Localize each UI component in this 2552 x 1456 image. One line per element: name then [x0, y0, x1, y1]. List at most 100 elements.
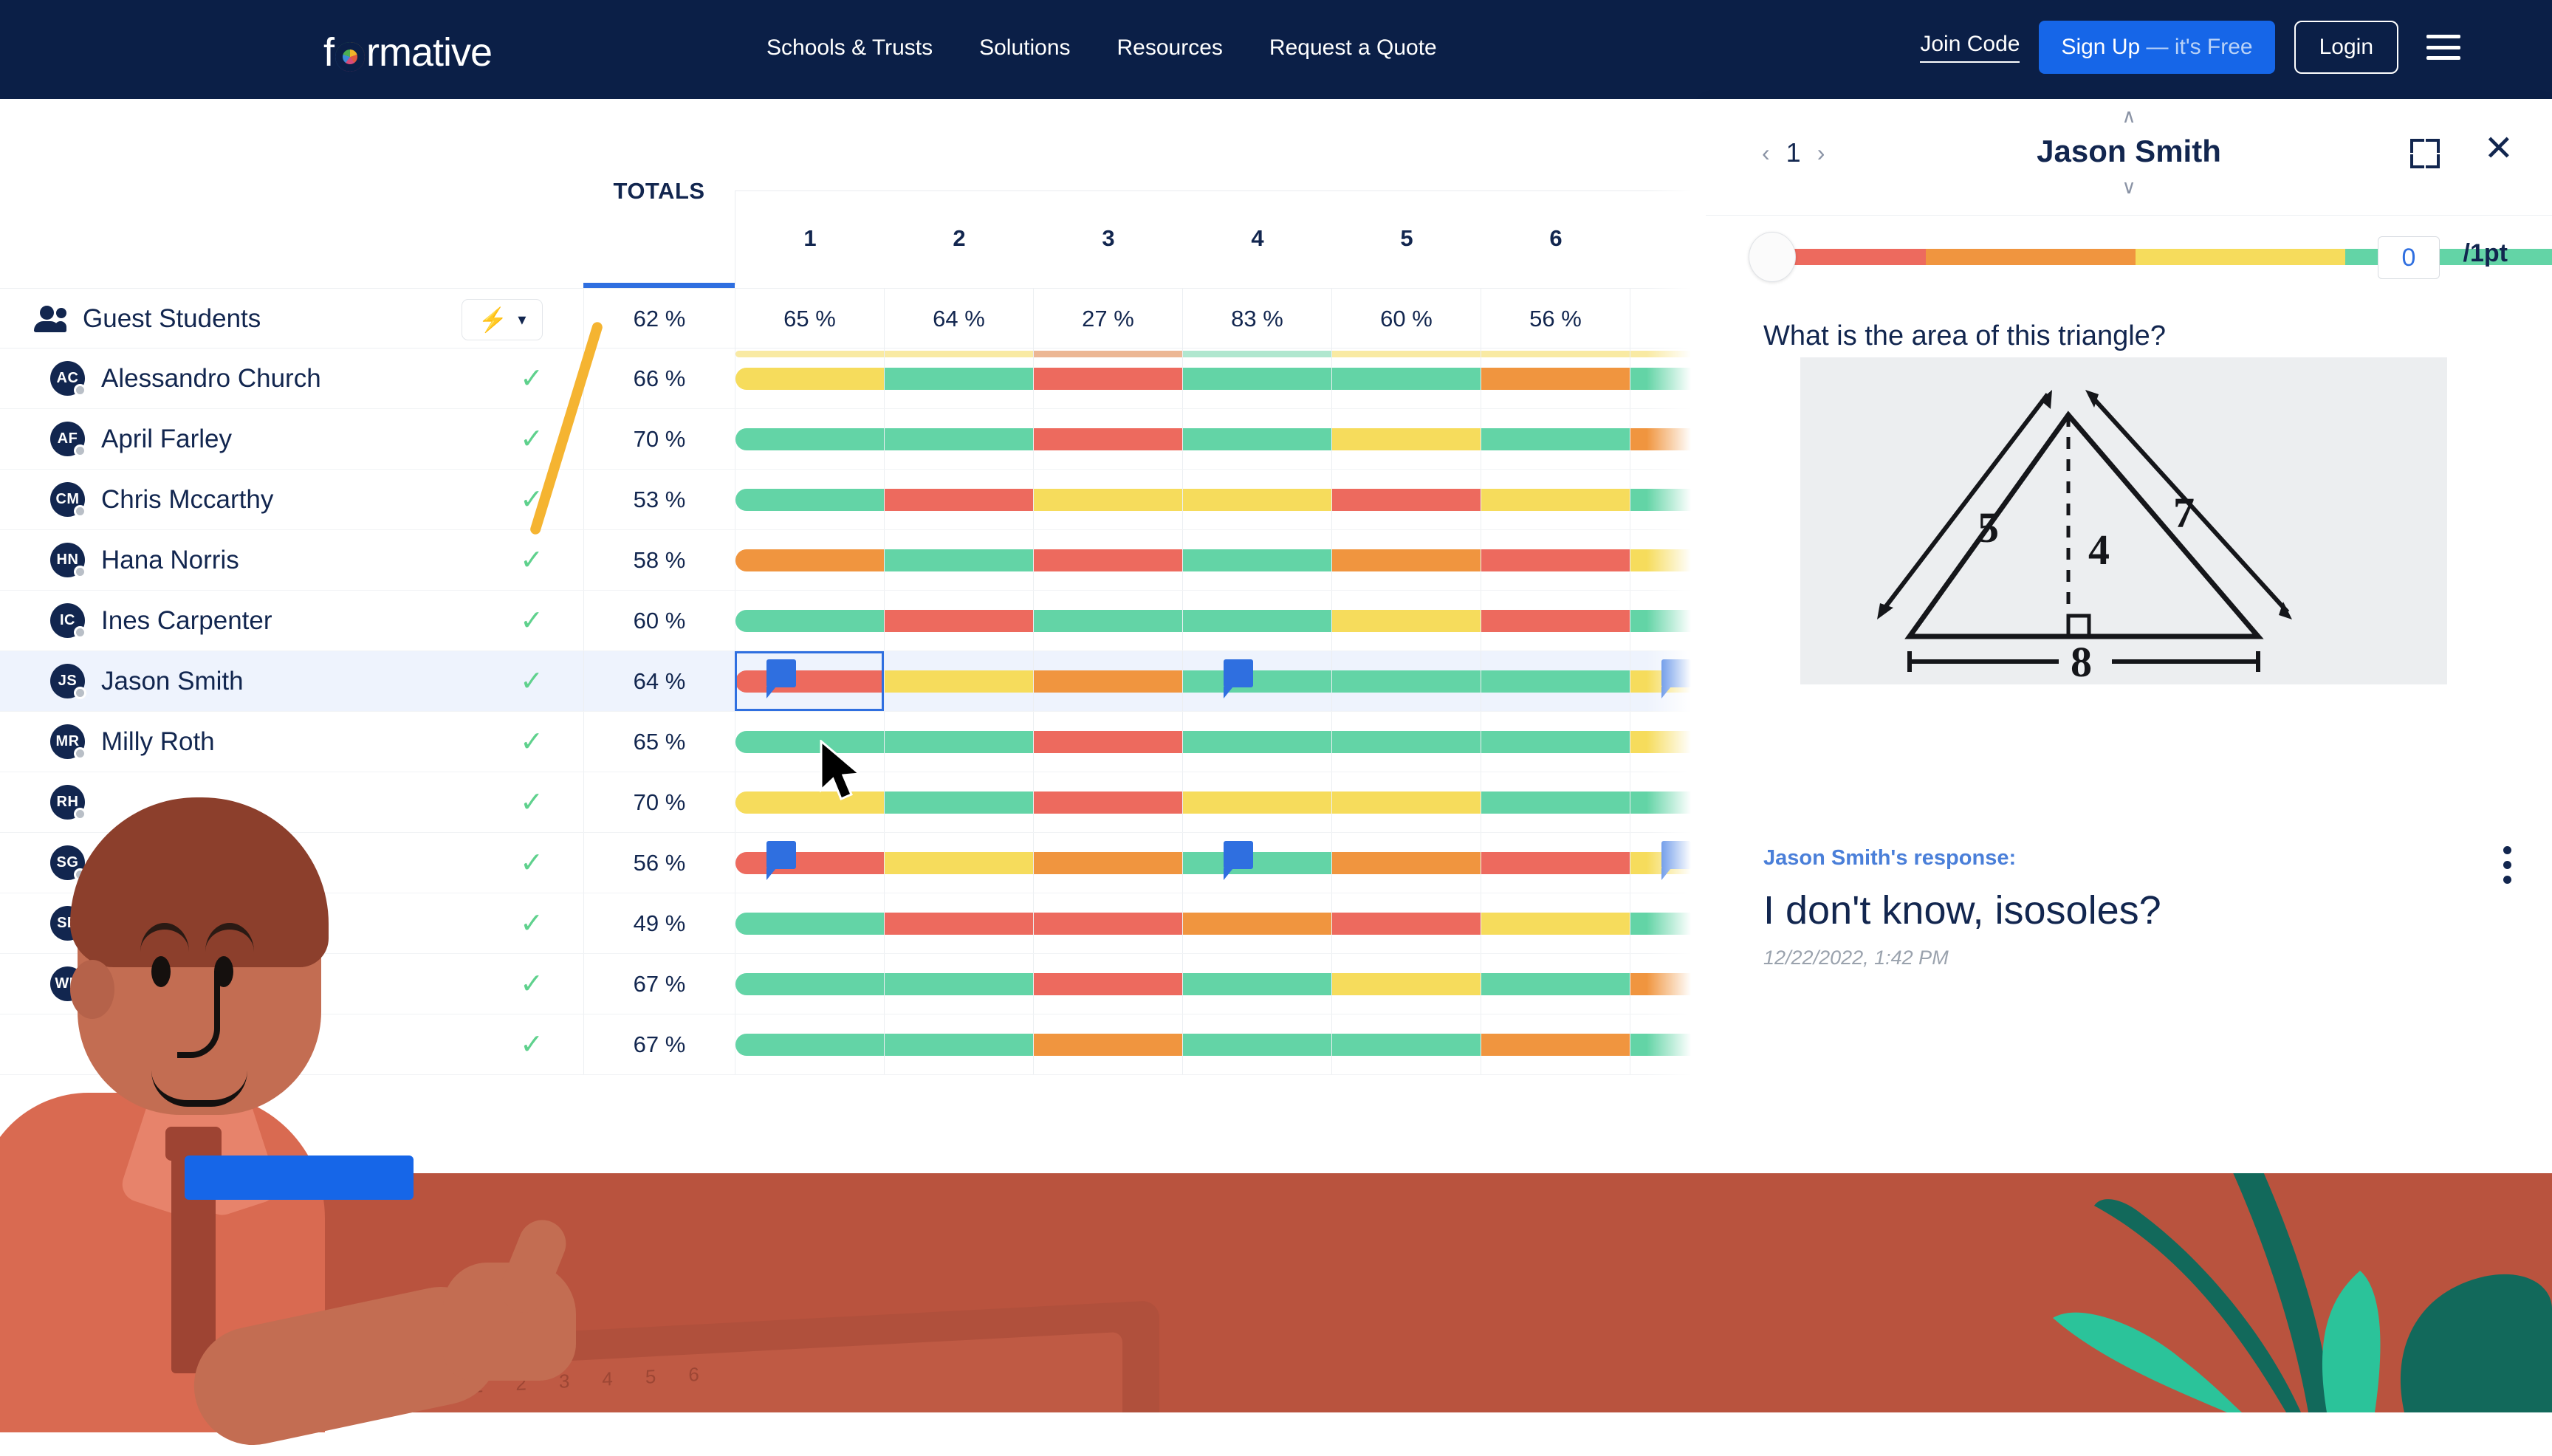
score-cell[interactable]	[1033, 893, 1182, 953]
score-cell[interactable]	[1630, 409, 1706, 469]
score-cell[interactable]	[884, 712, 1033, 772]
nav-link-resources[interactable]: Resources	[1117, 35, 1223, 61]
score-cell[interactable]	[1630, 470, 1706, 529]
score-cell[interactable]	[1630, 954, 1706, 1014]
score-cell[interactable]	[1033, 591, 1182, 650]
join-code-link[interactable]: Join Code	[1920, 32, 2020, 63]
score-cell[interactable]	[1033, 1014, 1182, 1074]
score-cell[interactable]	[1331, 651, 1481, 711]
score-cell[interactable]	[1331, 954, 1481, 1014]
score-cell[interactable]	[1630, 712, 1706, 772]
comment-flag-icon[interactable]	[1661, 841, 1691, 880]
score-cell[interactable]	[884, 591, 1033, 650]
score-cell[interactable]	[1630, 893, 1706, 953]
score-cell[interactable]	[1630, 651, 1706, 711]
score-cell[interactable]	[1481, 772, 1630, 832]
score-cell[interactable]	[1033, 470, 1182, 529]
score-cell[interactable]	[735, 893, 884, 953]
score-cell[interactable]	[1331, 893, 1481, 953]
score-cell[interactable]	[735, 651, 884, 711]
formative-logo[interactable]: f rmative	[323, 30, 493, 75]
comment-flag-icon[interactable]	[766, 841, 796, 880]
question-header-1[interactable]: 1	[735, 191, 885, 285]
bolt-dropdown[interactable]: ⚡ ▾	[462, 299, 543, 340]
score-cell[interactable]	[1630, 833, 1706, 893]
student-name-cell[interactable]: IC Ines Carpenter	[0, 591, 517, 650]
score-cell[interactable]	[735, 591, 884, 650]
score-cell[interactable]	[1182, 1014, 1331, 1074]
question-header-5[interactable]: 5	[1332, 191, 1481, 285]
totals-column-header[interactable]: TOTALS	[583, 99, 735, 288]
score-cell[interactable]	[1331, 712, 1481, 772]
score-cell[interactable]	[1481, 470, 1630, 529]
student-name-cell[interactable]: MR Milly Roth	[0, 712, 517, 772]
hamburger-menu-icon[interactable]	[2426, 35, 2460, 60]
table-row[interactable]: IC Ines Carpenter ✓ 60 %	[0, 591, 1706, 651]
comment-flag-icon[interactable]	[1224, 841, 1253, 880]
score-cell[interactable]	[884, 954, 1033, 1014]
score-cell[interactable]	[1481, 530, 1630, 590]
login-button[interactable]: Login	[2294, 21, 2398, 74]
nav-link-request-a-quote[interactable]: Request a Quote	[1269, 35, 1437, 61]
student-name-cell[interactable]: CM Chris Mccarthy	[0, 470, 517, 529]
score-cell[interactable]	[884, 833, 1033, 893]
question-header-3[interactable]: 3	[1034, 191, 1183, 285]
score-cell[interactable]	[1630, 1014, 1706, 1074]
score-cell[interactable]	[1033, 833, 1182, 893]
score-cell[interactable]	[1182, 651, 1331, 711]
comment-flag-icon[interactable]	[1224, 659, 1253, 698]
score-cell[interactable]	[884, 470, 1033, 529]
student-name-cell[interactable]: JS Jason Smith	[0, 651, 517, 711]
student-name-cell[interactable]: HN Hana Norris	[0, 530, 517, 590]
score-cell[interactable]	[1182, 954, 1331, 1014]
score-cell[interactable]	[1182, 712, 1331, 772]
score-cell[interactable]	[1481, 1014, 1630, 1074]
nav-link-schools-trusts[interactable]: Schools & Trusts	[766, 35, 933, 61]
score-cell[interactable]	[1630, 591, 1706, 650]
score-cell[interactable]	[1182, 591, 1331, 650]
score-cell[interactable]	[1630, 530, 1706, 590]
score-cell[interactable]	[1481, 954, 1630, 1014]
score-cell[interactable]	[735, 470, 884, 529]
score-cell[interactable]	[884, 530, 1033, 590]
student-name-cell[interactable]: AF April Farley	[0, 409, 517, 469]
score-cell[interactable]	[1033, 954, 1182, 1014]
score-cell[interactable]	[1481, 591, 1630, 650]
score-cell[interactable]	[1331, 409, 1481, 469]
score-cell[interactable]	[1182, 893, 1331, 953]
table-row[interactable]: CM Chris Mccarthy ✓ 53 %	[0, 470, 1706, 530]
score-cell[interactable]	[1481, 712, 1630, 772]
score-cell[interactable]	[1033, 772, 1182, 832]
score-cell[interactable]	[1481, 833, 1630, 893]
score-cell[interactable]	[1331, 530, 1481, 590]
score-cell[interactable]	[735, 530, 884, 590]
score-cell[interactable]	[1033, 712, 1182, 772]
question-header-2[interactable]: 2	[885, 191, 1034, 285]
score-cell[interactable]	[884, 1014, 1033, 1074]
score-cell[interactable]	[884, 651, 1033, 711]
score-cell[interactable]	[1331, 591, 1481, 650]
score-cell[interactable]	[1033, 409, 1182, 469]
question-header-7[interactable]: 7	[1630, 191, 1706, 285]
score-cell[interactable]	[1033, 530, 1182, 590]
sign-up-button[interactable]: Sign Up — it's Free	[2039, 21, 2275, 74]
table-row[interactable]: JS Jason Smith ✓ 64 %	[0, 651, 1706, 712]
close-icon[interactable]: ✕	[2484, 131, 2514, 167]
score-input[interactable]: 0	[2378, 236, 2440, 279]
table-row[interactable]: AF April Farley ✓ 70 %	[0, 409, 1706, 470]
score-cell[interactable]	[1481, 651, 1630, 711]
score-slider-handle[interactable]	[1749, 232, 1796, 282]
score-cell[interactable]	[1481, 409, 1630, 469]
score-cell[interactable]	[1331, 1014, 1481, 1074]
score-cell[interactable]	[1481, 893, 1630, 953]
score-cell[interactable]	[1182, 833, 1331, 893]
score-cell[interactable]	[884, 409, 1033, 469]
comment-flag-icon[interactable]	[766, 659, 796, 698]
score-cell[interactable]	[735, 409, 884, 469]
expand-fullscreen-icon[interactable]	[2410, 139, 2440, 168]
score-cell[interactable]	[884, 772, 1033, 832]
score-cell[interactable]	[1182, 409, 1331, 469]
score-cell[interactable]	[1182, 772, 1331, 832]
score-cell[interactable]	[884, 893, 1033, 953]
score-cell[interactable]	[735, 1014, 884, 1074]
